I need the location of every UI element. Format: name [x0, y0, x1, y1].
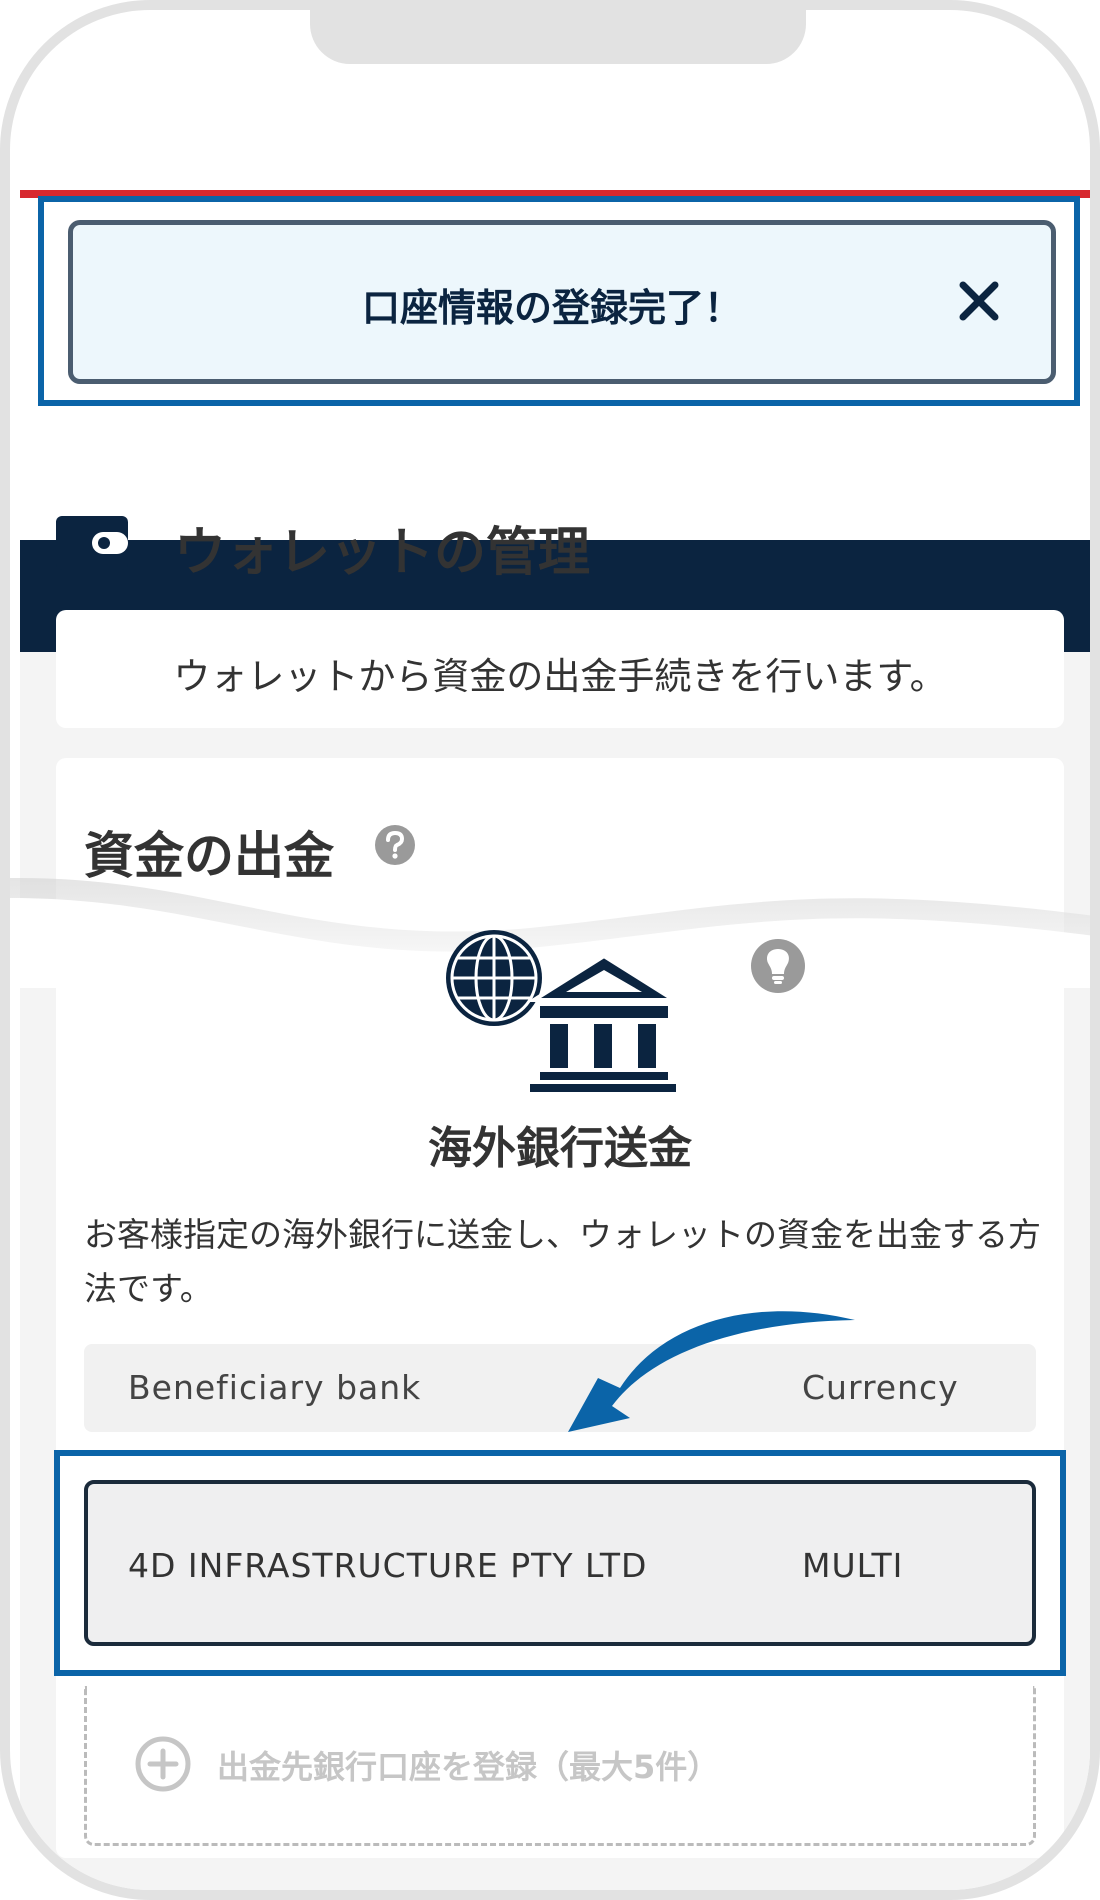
close-icon[interactable]	[957, 279, 1001, 323]
page-title: ウォレットの管理	[174, 523, 591, 583]
description-card: ウォレットから資金の出金手続きを行います。	[56, 610, 1064, 728]
add-bank-account-button[interactable]: 出金先銀行口座を登録（最大5件）	[84, 1686, 1036, 1846]
question-circle-icon[interactable]	[374, 824, 416, 866]
phone-notch	[310, 10, 806, 64]
table-row[interactable]: 4D INFRASTRUCTURE PTY LTD MULTI	[84, 1480, 1036, 1646]
pointer-arrow-icon	[568, 1311, 855, 1432]
wallet-icon	[56, 516, 128, 570]
plus-circle-icon	[135, 1736, 191, 1792]
page-description: ウォレットから資金の出金手続きを行います。	[173, 655, 947, 698]
column-header-bank: Beneficiary bank	[128, 1368, 422, 1407]
method-title: 海外銀行送金	[428, 1123, 692, 1174]
add-bank-account-label: 出金先銀行口座を登録（最大5件）	[217, 1748, 720, 1786]
success-toast: 口座情報の登録完了！	[68, 220, 1056, 384]
toast-message: 口座情報の登録完了！	[361, 286, 742, 330]
beneficiary-bank-name: 4D INFRASTRUCTURE PTY LTD	[128, 1546, 648, 1585]
lightbulb-icon[interactable]	[750, 938, 806, 994]
globe-bank-icon	[446, 930, 676, 1092]
phone-frame: 残高 口座情報の登録完了！ ウォレットの管理 ウォレットから資金の出金手続きを行…	[0, 0, 1100, 1900]
currency-value: MULTI	[802, 1546, 904, 1585]
